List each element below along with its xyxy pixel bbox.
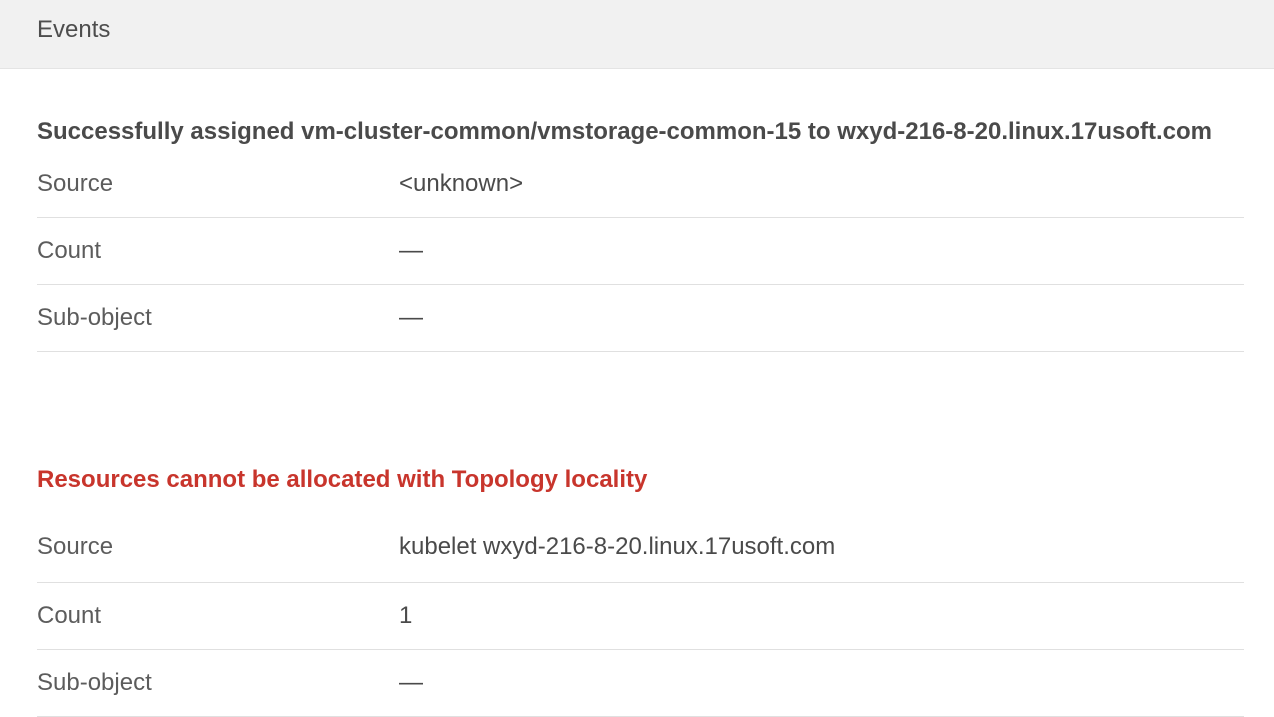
events-header: Events [0,0,1274,69]
detail-row-count: Count — [37,218,1244,285]
detail-value: — [399,669,423,696]
event-title-warning: Resources cannot be allocated with Topol… [37,466,648,493]
detail-row-count: Count 1 [37,583,1244,650]
detail-row-source: Source kubelet wxyd-216-8-20.linux.17uso… [37,498,1244,583]
page-title: Events [37,16,111,43]
detail-row-sub-object: Sub-object — [37,285,1244,352]
detail-value: — [399,237,423,264]
detail-value: 1 [399,602,413,629]
detail-row-source: Source <unknown> [37,164,1244,218]
detail-value: <unknown> [399,170,524,197]
detail-label: Count [37,602,102,629]
detail-value: kubelet wxyd-216-8-20.linux.17usoft.com [399,533,836,560]
event-title: Successfully assigned vm-cluster-common/… [37,118,1213,145]
detail-label: Source [37,170,114,197]
event-item: Successfully assigned vm-cluster-common/… [37,113,1244,352]
detail-value: — [399,304,423,331]
event-item: Resources cannot be allocated with Topol… [37,461,1244,717]
detail-label: Sub-object [37,304,152,331]
event-details: Source <unknown> Count — Sub-object — [37,164,1244,352]
detail-label: Count [37,237,102,264]
detail-label: Sub-object [37,669,152,696]
detail-row-sub-object: Sub-object — [37,650,1244,717]
event-details: Source kubelet wxyd-216-8-20.linux.17uso… [37,498,1244,717]
detail-label: Source [37,533,114,560]
